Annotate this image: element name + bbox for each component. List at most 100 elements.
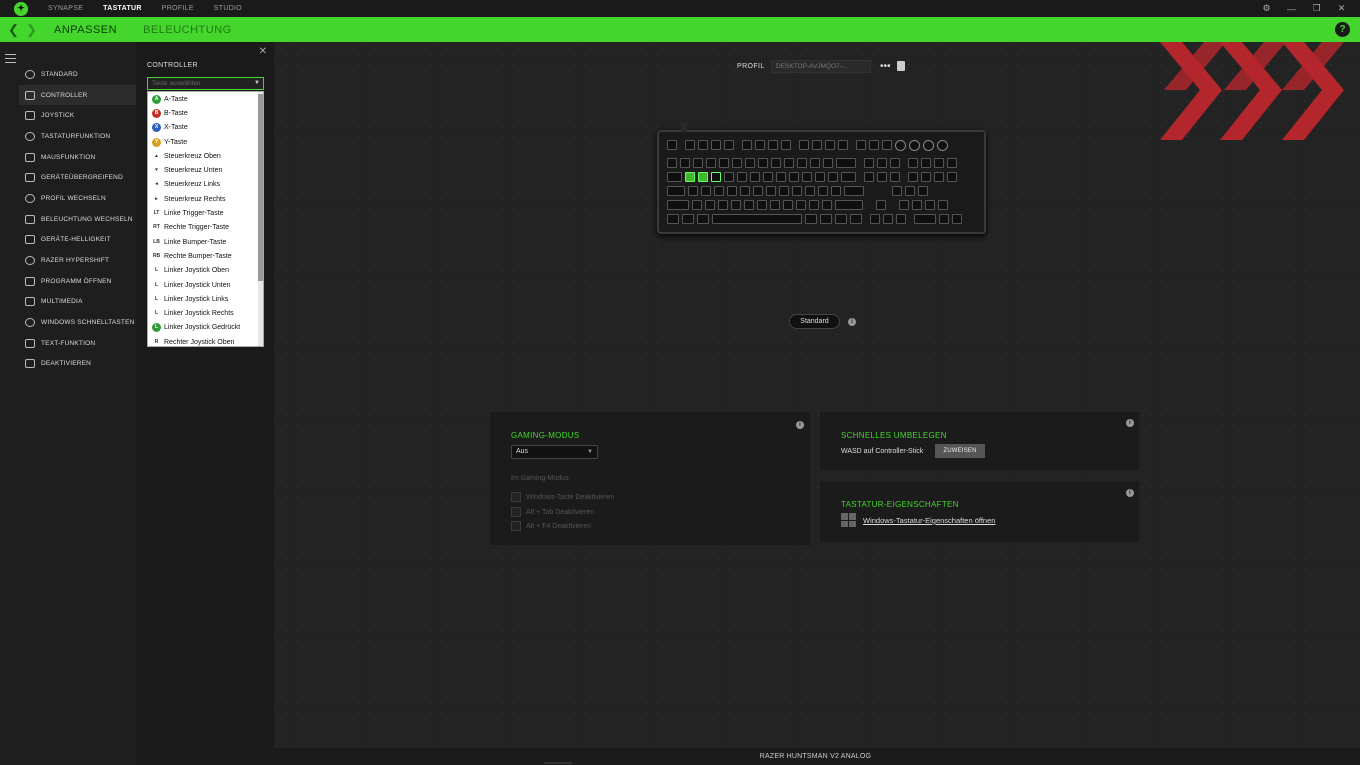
sidebar-item-controller[interactable]: CONTROLLER — [19, 84, 136, 106]
keyboard-key[interactable] — [822, 200, 832, 210]
keyboard-key[interactable] — [701, 186, 711, 196]
tab-studio[interactable]: STUDIO — [214, 5, 242, 12]
sidebar-item-razer-hypershift[interactable]: RAZER HYPERSHIFT — [19, 250, 136, 271]
back-arrow-icon[interactable]: ❮ — [8, 22, 22, 38]
dropdown-option[interactable]: RT Rechte Trigger-Taste — [148, 221, 263, 235]
keyboard-key[interactable] — [719, 158, 729, 168]
dropdown-option[interactable]: ▴ Steuerkreuz Oben — [148, 149, 263, 163]
dropdown-option[interactable]: LT Linke Trigger-Taste — [148, 206, 263, 220]
dropdown-option[interactable]: B B-Taste — [148, 106, 263, 120]
keyboard-key[interactable] — [693, 158, 703, 168]
keyboard-key[interactable] — [711, 172, 721, 182]
keyboard-key[interactable] — [828, 172, 838, 182]
media-knob-icon[interactable] — [937, 140, 948, 151]
standard-badge[interactable]: Standard — [789, 314, 840, 329]
dropdown-option[interactable]: A A-Taste — [148, 92, 263, 106]
media-knob-icon[interactable] — [909, 140, 920, 151]
keyboard-key[interactable] — [908, 172, 918, 182]
keyboard-key[interactable] — [796, 200, 806, 210]
forward-arrow-icon[interactable]: ❯ — [26, 22, 40, 38]
keyboard-key[interactable] — [688, 186, 698, 196]
assign-button[interactable]: ZUWEISEN — [935, 444, 985, 458]
keyboard-key[interactable] — [685, 172, 695, 182]
footer-handle[interactable] — [544, 762, 572, 764]
keyboard-key[interactable] — [809, 200, 819, 210]
keyboard-key[interactable] — [938, 200, 948, 210]
keyboard-key[interactable] — [667, 172, 682, 182]
keyboard-key[interactable] — [758, 158, 768, 168]
keyboard-key[interactable] — [732, 158, 742, 168]
keyboard-key[interactable] — [745, 158, 755, 168]
keyboard-key[interactable] — [685, 140, 695, 150]
sidebar-item-text-funktion[interactable]: TEXT-FUNKTION — [19, 333, 136, 354]
tab-tastatur[interactable]: TASTATUR — [103, 5, 142, 12]
keyboard-key[interactable] — [812, 140, 822, 150]
keyboard-key[interactable] — [750, 172, 760, 182]
sidebar-item-geräteübergreifend[interactable]: GERÄTEÜBERGREIFEND — [19, 167, 136, 188]
keyboard-key[interactable] — [770, 200, 780, 210]
settings-gear-icon[interactable]: ⚙ — [1254, 3, 1279, 14]
dropdown-option[interactable]: Y Y-Taste — [148, 135, 263, 149]
keyboard-key[interactable] — [783, 200, 793, 210]
keyboard-key[interactable] — [682, 214, 694, 224]
keyboard-key[interactable] — [714, 186, 724, 196]
keyboard-key[interactable] — [883, 214, 893, 224]
keyboard-key[interactable] — [667, 200, 689, 210]
sidebar-item-tastaturfunktion[interactable]: TASTATURFUNKTION — [19, 126, 136, 147]
keyboard-key[interactable] — [667, 186, 685, 196]
keyboard-key[interactable] — [724, 140, 734, 150]
info-icon[interactable]: i — [848, 318, 856, 326]
gaming-mode-select[interactable]: Aus ▼ — [511, 445, 598, 459]
checkbox-windows-key[interactable]: Windows-Taste Deaktivieren — [511, 492, 614, 502]
keyboard-key[interactable] — [869, 140, 879, 150]
keyboard-key[interactable] — [838, 140, 848, 150]
key-select[interactable]: Taste auswählen ▼ — [147, 77, 264, 90]
more-options-icon[interactable]: ••• — [880, 61, 891, 72]
keyboard-key[interactable] — [680, 158, 690, 168]
keyboard-key[interactable] — [850, 214, 862, 224]
keyboard-key[interactable] — [742, 140, 752, 150]
help-icon[interactable]: ? — [1335, 22, 1350, 37]
keyboard-key[interactable] — [823, 158, 833, 168]
keyboard-key[interactable] — [698, 140, 708, 150]
save-profile-icon[interactable] — [897, 61, 905, 71]
keyboard-key[interactable] — [882, 140, 892, 150]
keyboard-key[interactable] — [918, 186, 928, 196]
keyboard-key[interactable] — [947, 158, 957, 168]
keyboard-key[interactable] — [925, 200, 935, 210]
checkbox-alt-f4[interactable]: Alt + F4 Deaktivieren — [511, 521, 591, 531]
keyboard-key[interactable] — [779, 186, 789, 196]
keyboard-key[interactable] — [768, 140, 778, 150]
dropdown-option[interactable]: L Linker Joystick Unten — [148, 278, 263, 292]
keyboard-key[interactable] — [836, 158, 856, 168]
keyboard-key[interactable] — [724, 172, 734, 182]
sidebar-item-programm-öffnen[interactable]: PROGRAMM ÖFFNEN — [19, 271, 136, 292]
keyboard-key[interactable] — [825, 140, 835, 150]
checkbox-alt-tab[interactable]: Alt + Tab Deaktivieren — [511, 507, 594, 517]
keyboard-key[interactable] — [831, 186, 841, 196]
keyboard-key[interactable] — [856, 140, 866, 150]
keyboard-key[interactable] — [776, 172, 786, 182]
checkbox[interactable] — [511, 521, 521, 531]
sidebar-item-geräte-helligkeit[interactable]: GERÄTE-HELLIGKEIT — [19, 230, 136, 251]
keyboard-key[interactable] — [899, 200, 909, 210]
keyboard-key[interactable] — [755, 140, 765, 150]
sidebar-item-beleuchtung-wechseln[interactable]: BELEUCHTUNG WECHSELN — [19, 209, 136, 230]
dropdown-scrollbar[interactable] — [258, 92, 263, 346]
keyboard-key[interactable] — [706, 158, 716, 168]
keyboard-key[interactable] — [835, 200, 863, 210]
tab-anpassen[interactable]: ANPASSEN — [54, 24, 117, 36]
sidebar-item-profil-wechseln[interactable]: PROFIL WECHSELN — [19, 188, 136, 209]
close-panel-icon[interactable]: ✕ — [259, 46, 267, 57]
keyboard-key[interactable] — [870, 214, 880, 224]
keyboard-key[interactable] — [810, 158, 820, 168]
keyboard-key[interactable] — [890, 158, 900, 168]
dropdown-option[interactable]: RB Rechte Bumper-Taste — [148, 249, 263, 263]
dropdown-option[interactable]: L Linker Joystick Links — [148, 292, 263, 306]
keyboard-key[interactable] — [892, 186, 902, 196]
keyboard-key[interactable] — [934, 172, 944, 182]
dropdown-option[interactable]: ▾ Steuerkreuz Unten — [148, 163, 263, 177]
keyboard-key[interactable] — [908, 158, 918, 168]
keyboard-key[interactable] — [667, 214, 679, 224]
keyboard-key[interactable] — [692, 200, 702, 210]
